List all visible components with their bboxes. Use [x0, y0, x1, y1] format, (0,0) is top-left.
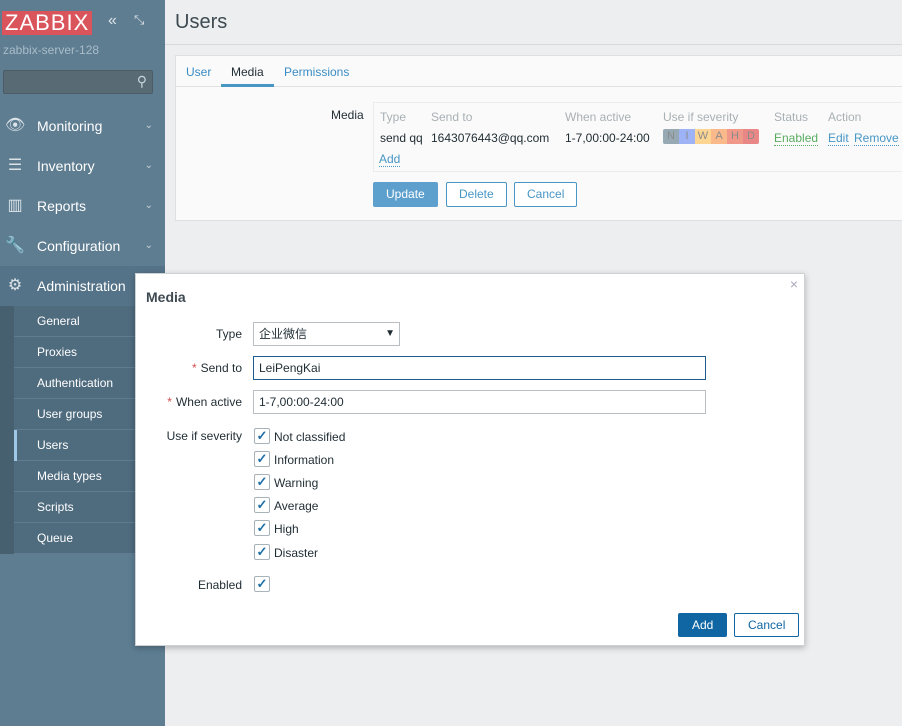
- chart-icon: ▥: [7, 197, 23, 214]
- col-when-active: When active: [565, 110, 632, 124]
- label-not-classified: Not classified: [274, 430, 346, 444]
- server-name: zabbix-server-128: [3, 43, 100, 57]
- enabled-label: Enabled: [197, 578, 242, 592]
- search-input[interactable]: ⚲: [3, 70, 153, 94]
- menu-label: Configuration: [37, 238, 121, 254]
- menu-configuration[interactable]: 🔧 Configuration ⌄: [0, 226, 165, 266]
- severity-badges: N I W A H D: [663, 129, 759, 144]
- dialog-add-button[interactable]: Add: [678, 613, 728, 637]
- required-marker: *: [191, 361, 197, 375]
- page-title: Users: [175, 11, 228, 33]
- severity-h: H: [727, 129, 743, 144]
- label-text: Send to: [200, 361, 242, 375]
- tab-media[interactable]: Media: [221, 65, 274, 87]
- chevron-down-icon: ⌄: [144, 120, 153, 131]
- list-icon: ☰: [7, 157, 23, 174]
- kiosk-mode-icon[interactable]: ⤡: [134, 12, 144, 28]
- when-active-label: * When active: [167, 395, 242, 409]
- label-high: High: [274, 522, 299, 536]
- menu-monitoring[interactable]: 👁 Monitoring ⌄: [0, 106, 165, 146]
- cancel-button[interactable]: Cancel: [514, 182, 578, 207]
- menu-label: Administration: [37, 278, 126, 294]
- send-to-input[interactable]: LeiPengKai: [253, 356, 706, 380]
- severity-n: N: [663, 129, 679, 144]
- media-type: send qq: [380, 131, 423, 145]
- dialog-cancel-button[interactable]: Cancel: [734, 613, 800, 637]
- col-action: Action: [828, 110, 862, 124]
- col-send-to: Send to: [431, 110, 473, 124]
- dialog-title: Media: [146, 289, 186, 305]
- eye-icon: 👁: [5, 117, 26, 134]
- chevron-down-icon: ⌄: [144, 160, 153, 171]
- media-label: Media: [331, 108, 364, 122]
- menu-inventory[interactable]: ☰ Inventory ⌄: [0, 146, 165, 186]
- checkbox-not-classified[interactable]: ✓: [254, 428, 270, 444]
- col-status: Status: [774, 110, 809, 124]
- tab-user[interactable]: User: [186, 65, 211, 79]
- checkbox-information[interactable]: ✓: [254, 451, 270, 467]
- type-value: 企业微信: [259, 327, 308, 341]
- update-button[interactable]: Update: [373, 182, 438, 207]
- tab-bar: User Media Permissions: [176, 56, 902, 87]
- severity-i: I: [679, 129, 695, 144]
- checkbox-high[interactable]: ✓: [254, 520, 270, 536]
- checkbox-enabled[interactable]: ✓: [254, 576, 270, 592]
- severity-a: A: [711, 129, 727, 144]
- severity-d: D: [743, 129, 759, 144]
- user-form-panel: User Media Permissions Media Type Send t…: [175, 55, 902, 221]
- chevron-down-icon: ⌄: [144, 200, 153, 211]
- severity-label: Use if severity: [166, 429, 242, 443]
- severity-w: W: [695, 129, 711, 144]
- status-enabled-link[interactable]: Enabled: [774, 131, 819, 146]
- search-icon[interactable]: ⚲: [137, 73, 147, 90]
- type-select[interactable]: 企业微信 ▼: [253, 322, 400, 346]
- label-text: When active: [175, 395, 242, 409]
- media-table: Type Send to When active Use if severity…: [373, 102, 902, 172]
- menu-label: Reports: [37, 198, 87, 214]
- add-media-link[interactable]: Add: [379, 152, 401, 167]
- label-disaster: Disaster: [274, 546, 319, 560]
- send-to-label: * Send to: [192, 361, 242, 375]
- wrench-icon: 🔧: [5, 237, 25, 254]
- label-average: Average: [274, 499, 319, 513]
- checkbox-average[interactable]: ✓: [254, 497, 270, 513]
- menu-reports[interactable]: ▥ Reports ⌄: [0, 186, 165, 226]
- zabbix-logo[interactable]: ZABBIX: [2, 11, 93, 35]
- type-label: Type: [215, 327, 242, 341]
- col-severity: Use if severity: [663, 110, 739, 124]
- when-active-input[interactable]: 1-7,00:00-24:00: [253, 390, 706, 414]
- col-type: Type: [380, 110, 407, 124]
- remove-link[interactable]: Remove: [854, 131, 899, 146]
- chevron-down-icon: ▼: [385, 328, 395, 339]
- chevron-down-icon: ⌄: [144, 240, 153, 251]
- media-send-to: 1643076443@qq.com: [431, 131, 550, 145]
- gear-icon: ⚙: [7, 277, 23, 294]
- tab-permissions[interactable]: Permissions: [284, 65, 349, 79]
- checkbox-warning[interactable]: ✓: [254, 474, 270, 490]
- divider: [165, 44, 902, 45]
- media-dialog: Media × Type 企业微信 ▼ * Send to LeiPengKai *…: [135, 273, 805, 646]
- menu-label: Inventory: [37, 158, 95, 174]
- label-warning: Warning: [274, 476, 319, 490]
- delete-button[interactable]: Delete: [446, 182, 507, 207]
- checkbox-disaster[interactable]: ✓: [254, 544, 270, 560]
- menu-label: Monitoring: [37, 118, 103, 134]
- required-marker: *: [167, 395, 172, 409]
- edit-link[interactable]: Edit: [828, 131, 849, 146]
- label-information: Information: [274, 453, 335, 467]
- collapse-sidebar-icon[interactable]: «: [108, 12, 117, 30]
- close-icon[interactable]: ×: [790, 276, 798, 292]
- media-when-active: 1-7,00:00-24:00: [565, 131, 650, 145]
